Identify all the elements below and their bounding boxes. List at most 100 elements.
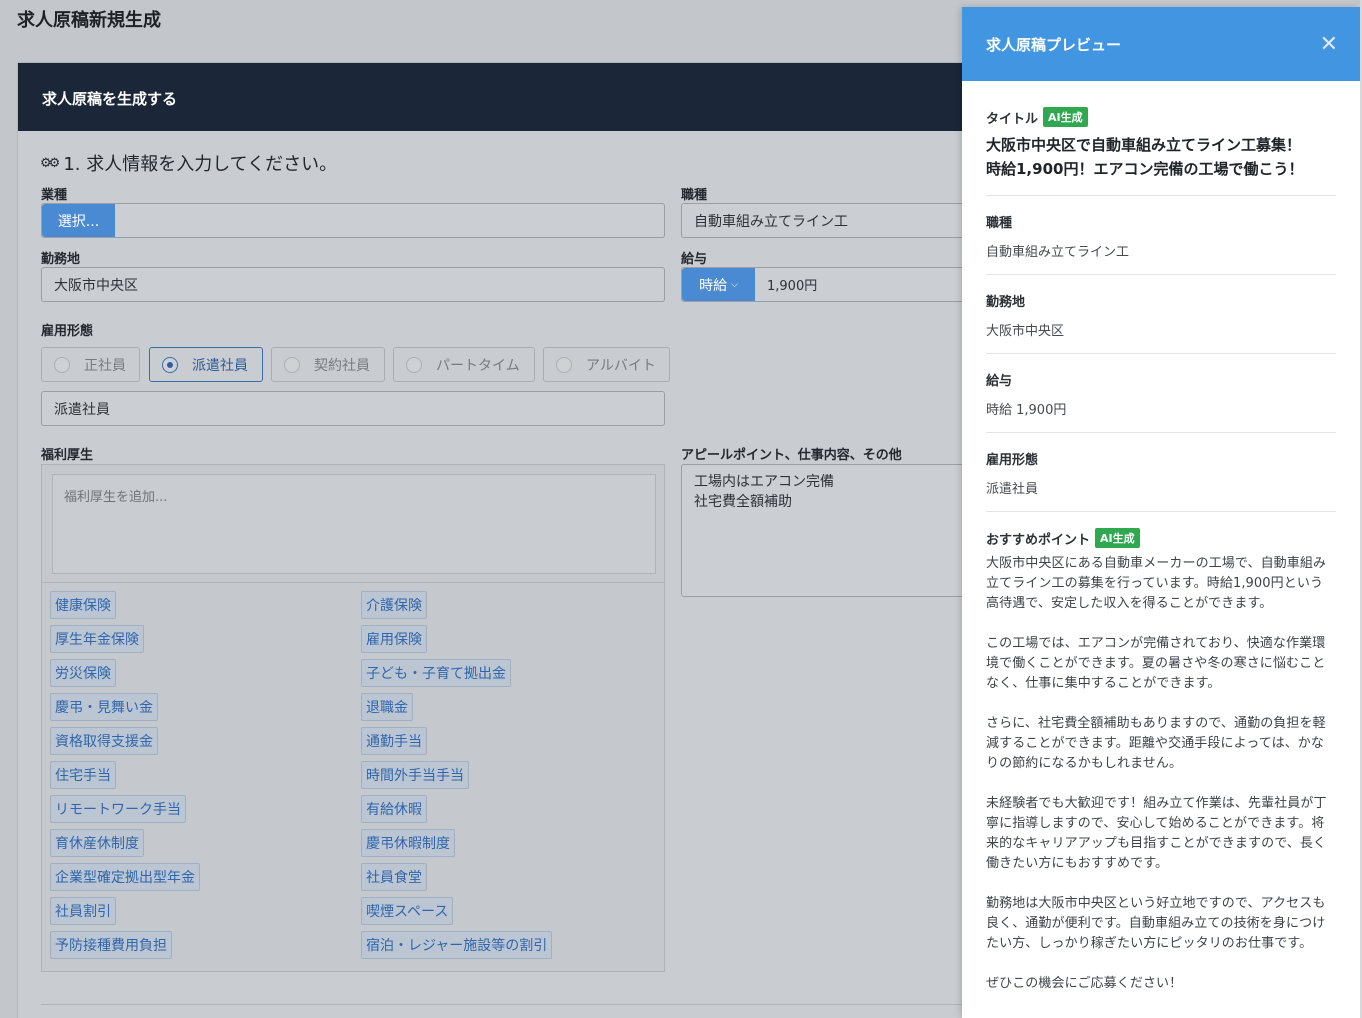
location-heading: 勤務地	[986, 295, 1026, 310]
radio-label: 正社員	[84, 357, 126, 374]
employment-label: 雇用形態	[41, 324, 94, 339]
ai-badge: AI生成	[1043, 107, 1088, 127]
benefits-divider	[42, 582, 664, 583]
title-label-row: タイトル AI生成	[986, 107, 1336, 127]
recommend-paragraph: さらに、社宅費全額補助もありますので、通勤の負担を軽減することができます。距離や…	[986, 716, 1326, 771]
appeal-line: 社宅費全額補助	[694, 494, 792, 510]
benefits-input[interactable]: 福利厚生を追加...	[52, 474, 656, 574]
page-title: 求人原稿新規生成	[17, 10, 161, 31]
radio-arbeit[interactable]: アルバイト	[543, 347, 670, 382]
benefit-tag[interactable]: 労災保険	[50, 659, 116, 687]
salary-amount-input[interactable]: 1,900円	[767, 275, 817, 294]
job-title-line: 時給1,900円！エアコン完備の工場で働こう！	[986, 160, 1304, 178]
section-title: ⚙⚙ 1. 求人情報を入力してください。	[40, 150, 337, 176]
benefit-tag[interactable]: 社員食堂	[361, 863, 427, 891]
industry-field[interactable]: 選択...	[41, 203, 665, 238]
benefit-tag[interactable]: 子ども・子育て拠出金	[361, 659, 511, 687]
section-title-text: 1. 求人情報を入力してください。	[63, 154, 338, 175]
preview-recommend-section: おすすめポイント AI生成 大阪市中央区にある自動車メーカーの工場で、自動車組み…	[986, 512, 1336, 1018]
radio-dot	[284, 356, 300, 373]
benefit-tag[interactable]: 喫煙スペース	[361, 897, 454, 925]
recommend-text: 大阪市中央区にある自動車メーカーの工場で、自動車組み立てライン工の募集を行ってい…	[986, 554, 1336, 994]
radio-part[interactable]: パートタイム	[393, 347, 535, 382]
salary-type-label: 時給	[699, 277, 728, 294]
preview-job-type-section: 職種 自動車組み立てライン工	[986, 196, 1336, 275]
recommend-paragraph: 勤務地は大阪市中央区という好立地ですので、アクセスも良く、通勤が便利です。自動車…	[986, 896, 1326, 951]
benefit-tag[interactable]: 有給休暇	[361, 795, 427, 823]
radio-label: パートタイム	[436, 357, 520, 374]
preview-panel: 求人原稿プレビュー ✕ タイトル AI生成 大阪市中央区で自動車組み立てライン工…	[962, 7, 1360, 1018]
recommend-label-row: おすすめポイント AI生成	[986, 528, 1336, 548]
benefit-tag[interactable]: 育休産休制度	[50, 829, 144, 857]
benefits-label: 福利厚生	[41, 448, 94, 463]
job-title-line: 大阪市中央区で自動車組み立てライン工募集！	[986, 136, 1302, 154]
location-value: 大阪市中央区	[986, 324, 1065, 339]
benefit-tag[interactable]: リモートワーク手当	[50, 795, 186, 823]
recommend-paragraph: この工場では、エアコンが完備されており、快適な作業環境で働くことができます。夏の…	[986, 636, 1326, 691]
job-title: 大阪市中央区で自動車組み立てライン工募集！ 時給1,900円！エアコン完備の工場…	[986, 133, 1336, 181]
employment-heading: 雇用形態	[986, 453, 1039, 468]
benefit-tag[interactable]: 社員割引	[50, 897, 116, 925]
benefit-tag[interactable]: 通勤手当	[361, 727, 427, 755]
benefit-tag[interactable]: 雇用保険	[361, 625, 427, 653]
recommend-label: おすすめポイント	[986, 532, 1091, 548]
ai-badge: AI生成	[1095, 528, 1140, 548]
salary-label: 給与	[681, 252, 708, 267]
benefit-tag[interactable]: 資格取得支援金	[50, 727, 158, 755]
recommend-paragraph: 未経験者でも大歓迎です！組み立て作業は、先輩社員が丁寧に指導しますので、安心して…	[986, 796, 1327, 871]
benefit-tag[interactable]: 時間外手当手当	[361, 761, 469, 789]
gears-icon: ⚙⚙	[40, 155, 60, 171]
preview-salary-section: 給与 時給 1,900円	[986, 354, 1336, 433]
preview-title: 求人原稿プレビュー	[986, 35, 1122, 54]
employment-value: 派遣社員	[986, 482, 1039, 497]
radio-seishain[interactable]: 正社員	[41, 347, 140, 382]
preview-body: タイトル AI生成 大阪市中央区で自動車組み立てライン工募集！ 時給1,900円…	[962, 81, 1360, 1018]
benefit-tag[interactable]: 介護保険	[361, 591, 427, 619]
job-type-input[interactable]: 自動車組み立てライン工	[681, 203, 981, 238]
title-label: タイトル	[986, 111, 1039, 127]
location-input[interactable]: 大阪市中央区	[41, 267, 665, 302]
chevron-down-icon: ⌵	[731, 279, 738, 290]
benefit-tag[interactable]: 厚生年金保険	[50, 625, 144, 653]
job-type-value: 自動車組み立てライン工	[986, 245, 1130, 260]
benefit-tag[interactable]: 健康保険	[50, 591, 116, 619]
industry-label: 業種	[41, 188, 68, 203]
close-icon[interactable]: ✕	[1320, 32, 1338, 57]
preview-location-section: 勤務地 大阪市中央区	[986, 275, 1336, 354]
bottom-divider	[41, 1004, 971, 1005]
radio-keiyaku[interactable]: 契約社員	[271, 347, 385, 382]
benefit-tag[interactable]: 住宅手当	[50, 761, 116, 789]
benefit-tag[interactable]: 慶弔・見舞い金	[50, 693, 158, 721]
location-label: 勤務地	[41, 252, 81, 267]
recommend-paragraph: 大阪市中央区にある自動車メーカーの工場で、自動車組み立てライン工の募集を行ってい…	[986, 556, 1327, 611]
top-strip	[0, 0, 1362, 7]
radio-label: 派遣社員	[192, 357, 248, 374]
industry-select-button[interactable]: 選択...	[42, 204, 115, 237]
appeal-textarea[interactable]: 工場内はエアコン完備 社宅費全額補助	[681, 464, 981, 597]
radio-haken[interactable]: 派遣社員	[149, 347, 263, 382]
job-type-label: 職種	[681, 188, 708, 203]
preview-employment-section: 雇用形態 派遣社員	[986, 433, 1336, 512]
salary-value: 時給 1,900円	[986, 403, 1067, 418]
salary-heading: 給与	[986, 374, 1013, 389]
benefit-tag[interactable]: 予防接種費用負担	[50, 931, 172, 959]
radio-dot	[406, 356, 422, 373]
radio-dot	[556, 356, 572, 373]
radio-label: 契約社員	[314, 357, 370, 374]
benefit-tag[interactable]: 企業型確定拠出型年金	[50, 863, 200, 891]
benefit-tag[interactable]: 宿泊・レジャー施設等の割引	[361, 931, 553, 959]
radio-dot	[54, 356, 70, 373]
recommend-paragraph: ぜひこの機会にご応募ください！	[986, 976, 1183, 991]
radio-label: アルバイト	[586, 357, 656, 374]
benefit-tag[interactable]: 退職金	[361, 693, 413, 721]
salary-field: 時給 ⌵ 1,900円	[681, 267, 981, 302]
preview-header: 求人原稿プレビュー ✕	[962, 7, 1360, 81]
radio-dot	[162, 356, 178, 373]
appeal-label: アピールポイント、仕事内容、その他	[681, 448, 902, 463]
preview-title-section: タイトル AI生成 大阪市中央区で自動車組み立てライン工募集！ 時給1,900円…	[986, 81, 1336, 196]
appeal-line: 工場内はエアコン完備	[694, 474, 834, 490]
benefit-tag[interactable]: 慶弔休暇制度	[361, 829, 455, 857]
employment-input[interactable]: 派遣社員	[41, 391, 665, 426]
job-type-heading: 職種	[986, 216, 1013, 231]
salary-type-dropdown[interactable]: 時給 ⌵	[682, 268, 755, 301]
